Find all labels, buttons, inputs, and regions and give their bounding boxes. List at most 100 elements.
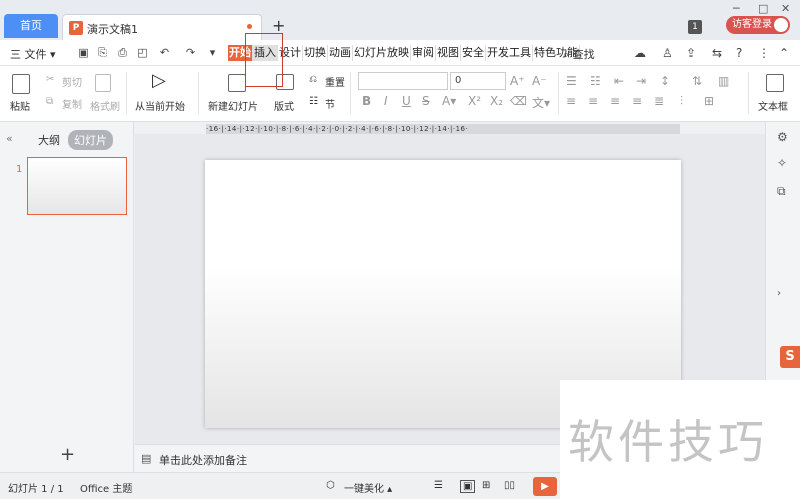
tab-slideshow[interactable]: 幻灯片放映	[353, 45, 411, 61]
distribute-icon[interactable]: ≣	[654, 94, 664, 108]
help-icon[interactable]: ?	[736, 46, 742, 60]
presentation-icon: P	[69, 21, 83, 35]
close-button[interactable]: ✕	[781, 2, 790, 15]
subscript-icon[interactable]: X₂	[490, 94, 503, 108]
search-command[interactable]: ⌕ 查找	[563, 46, 595, 62]
justify-icon[interactable]: ≡	[632, 94, 642, 108]
line-spacing-icon[interactable]: ↕	[660, 74, 670, 88]
reading-view-icon[interactable]: ▯▯	[504, 480, 515, 491]
font-color-icon[interactable]: A▾	[442, 94, 456, 108]
expand-sidebar-icon[interactable]: ›	[777, 288, 781, 299]
search-label: 查找	[572, 48, 595, 61]
more-icon[interactable]: ⋮	[758, 46, 770, 60]
tab-transition[interactable]: 切换	[303, 45, 328, 61]
add-slide-button[interactable]: +	[60, 444, 75, 465]
indent-decrease-icon[interactable]: ⇤	[614, 74, 624, 88]
section-button[interactable]: 节	[325, 96, 335, 111]
play-from-current-icon: ▷	[152, 70, 166, 91]
cut-button[interactable]: 剪切	[62, 74, 82, 89]
font-size-combo[interactable]: 0	[450, 72, 506, 90]
print-preview-icon[interactable]: ◰	[136, 46, 149, 59]
properties-icon[interactable]: ⚙	[777, 130, 788, 144]
customize-toolbar-icon[interactable]: ▾	[206, 46, 219, 59]
beautify-button[interactable]: 一键美化 ▴	[344, 480, 392, 495]
window-count-badge[interactable]: 1	[688, 20, 702, 34]
highlight-box	[245, 33, 283, 87]
align-text-icon[interactable]: ⫶	[680, 94, 683, 109]
undo-icon[interactable]: ↶	[158, 46, 171, 59]
sync-icon[interactable]: ⇆	[712, 46, 722, 60]
tab-developer[interactable]: 开发工具	[486, 45, 533, 61]
save-icon[interactable]: ▣	[77, 46, 90, 59]
normal-view-icon[interactable]: ▣	[460, 480, 476, 493]
clear-format-icon[interactable]: ⌫	[510, 94, 527, 108]
slide-thumbnail[interactable]	[27, 157, 127, 215]
tab-home[interactable]: 首页	[4, 14, 58, 38]
collaborate-icon[interactable]: ♙	[662, 46, 673, 60]
strikethrough-icon[interactable]: S̶	[422, 94, 430, 108]
sorter-view-icon[interactable]: ⊞	[482, 480, 490, 491]
numbering-icon[interactable]: ☷	[590, 74, 601, 88]
tab-review[interactable]: 审阅	[411, 45, 436, 61]
slide-number: 1	[16, 164, 23, 175]
ribbon-toolbar: 粘贴 ✂ 剪切 ⧉ 复制 格式刷 ▷ 从当前开始 新建幻灯片 版式 ⎌ 重置 ☷…	[0, 66, 800, 122]
format-painter-button[interactable]: 格式刷	[90, 98, 120, 113]
file-menu[interactable]: 三 文件 ▾	[10, 46, 56, 62]
align-left-icon[interactable]: ≡	[566, 94, 576, 108]
slides-view-tab[interactable]: 幻灯片	[68, 130, 113, 150]
minimize-button[interactable]: ─	[733, 2, 740, 15]
horizontal-ruler[interactable]: ·16·|·14·|·12·|·10·|·8·|·6·|·4·|·2·|·0·|…	[206, 124, 680, 134]
tab-view[interactable]: 视图	[436, 45, 461, 61]
notes-toggle-icon[interactable]: ☰	[434, 480, 443, 491]
shrink-font-icon[interactable]: A⁻	[532, 74, 547, 88]
watermark-text: 软件技巧	[568, 415, 768, 469]
theme-name[interactable]: Office 主题	[80, 480, 132, 495]
italic-icon[interactable]: I	[384, 94, 388, 108]
export-icon[interactable]: ⎘	[96, 46, 109, 59]
transition-icon[interactable]: ⧉	[777, 184, 786, 199]
collapse-pane-button[interactable]: «	[6, 132, 13, 145]
divider	[126, 72, 127, 114]
divider	[558, 72, 559, 114]
tab-animation[interactable]: 动画	[328, 45, 353, 61]
paste-icon	[12, 74, 30, 94]
tab-security[interactable]: 安全	[461, 45, 486, 61]
divider	[350, 72, 351, 114]
share-icon[interactable]: ⇪	[686, 46, 696, 60]
reset-button[interactable]: 重置	[325, 74, 345, 89]
redo-icon[interactable]: ↷	[184, 46, 197, 59]
new-slide-button[interactable]: 新建幻灯片	[208, 98, 258, 113]
superscript-icon[interactable]: X²	[468, 94, 481, 108]
wps-presentation-window: 首页 P 演示文稿1 + 1 访客登录 ─ □ ✕ 三 文件 ▾ ▣ ⎘ ⎙ ◰…	[0, 0, 800, 499]
font-name-combo[interactable]	[358, 72, 448, 90]
play-slideshow-button[interactable]: ▶	[533, 477, 557, 496]
tab-document[interactable]: P 演示文稿1	[62, 14, 262, 40]
bullets-icon[interactable]: ☰	[566, 74, 577, 88]
cloud-icon[interactable]: ☁	[634, 46, 646, 60]
collapse-ribbon-icon[interactable]: ⌃	[779, 46, 789, 60]
align-right-icon[interactable]: ≡	[610, 94, 620, 108]
indent-increase-icon[interactable]: ⇥	[636, 74, 646, 88]
copy-icon: ⧉	[46, 96, 54, 107]
text-direction-icon[interactable]: ⇅	[692, 74, 702, 88]
layout-button[interactable]: 版式	[274, 98, 294, 113]
outline-view-tab[interactable]: 大纲	[38, 132, 60, 148]
char-spacing-icon[interactable]: 文▾	[532, 94, 550, 111]
maximize-button[interactable]: □	[758, 2, 768, 15]
slide-counter: 幻灯片 1 / 1	[8, 484, 64, 495]
underline-icon[interactable]: U	[402, 94, 411, 108]
play-from-current-button[interactable]: 从当前开始	[135, 98, 185, 113]
columns-icon[interactable]: ▥	[718, 74, 729, 88]
bold-icon[interactable]: B	[362, 94, 371, 108]
smart-art-icon[interactable]: ⊞	[704, 94, 714, 108]
copy-button[interactable]: 复制	[62, 96, 82, 111]
grow-font-icon[interactable]: A⁺	[510, 74, 525, 88]
guest-login-button[interactable]: 访客登录	[726, 16, 790, 34]
align-center-icon[interactable]: ≡	[588, 94, 598, 108]
textbox-button[interactable]: 文本框	[758, 98, 788, 113]
print-icon[interactable]: ⎙	[116, 46, 129, 59]
animation-icon[interactable]: ✧	[777, 156, 787, 170]
search-icon: ⌕	[563, 48, 570, 61]
paste-button[interactable]: 粘贴	[10, 98, 30, 113]
input-method-icon[interactable]: S	[780, 346, 800, 368]
